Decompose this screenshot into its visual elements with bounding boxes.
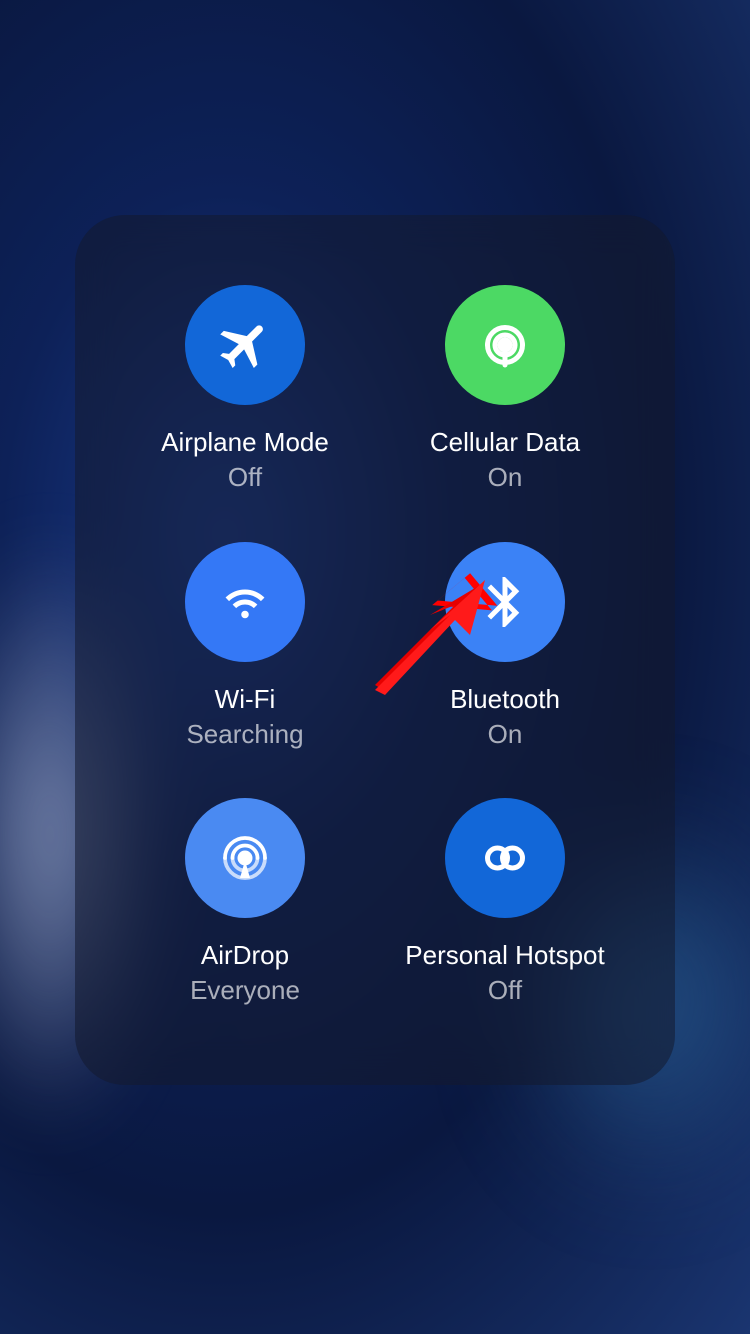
bluetooth-status: On (488, 719, 523, 750)
bluetooth-toggle[interactable]: Bluetooth On (375, 542, 635, 759)
airdrop-label: AirDrop (201, 940, 289, 971)
cellular-status: On (488, 462, 523, 493)
airdrop-status: Everyone (190, 975, 300, 1006)
wifi-icon (185, 542, 305, 662)
hotspot-status: Off (488, 975, 522, 1006)
wifi-status: Searching (186, 719, 303, 750)
hotspot-label: Personal Hotspot (405, 940, 604, 971)
hotspot-icon (445, 798, 565, 918)
cellular-data-toggle[interactable]: Cellular Data On (375, 285, 635, 502)
connectivity-control-panel: Airplane Mode Off Cellular Data On (75, 215, 675, 1085)
airplane-icon (185, 285, 305, 405)
airdrop-toggle[interactable]: AirDrop Everyone (115, 798, 375, 1015)
wifi-toggle[interactable]: Wi-Fi Searching (115, 542, 375, 759)
airplane-mode-toggle[interactable]: Airplane Mode Off (115, 285, 375, 502)
hotspot-toggle[interactable]: Personal Hotspot Off (375, 798, 635, 1015)
bluetooth-label: Bluetooth (450, 684, 560, 715)
airplane-label: Airplane Mode (161, 427, 329, 458)
bluetooth-icon (445, 542, 565, 662)
cellular-icon (445, 285, 565, 405)
cellular-label: Cellular Data (430, 427, 580, 458)
wifi-label: Wi-Fi (215, 684, 276, 715)
airdrop-icon (185, 798, 305, 918)
airplane-status: Off (228, 462, 262, 493)
